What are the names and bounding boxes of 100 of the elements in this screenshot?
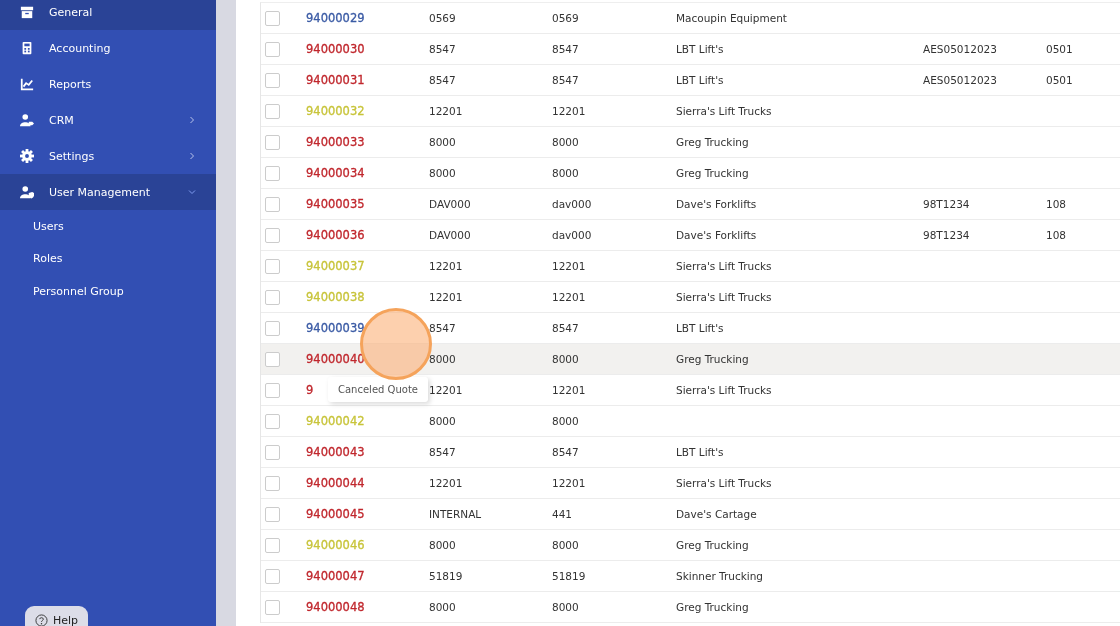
row-checkbox[interactable] bbox=[265, 351, 280, 367]
sidebar-item[interactable]: Settings bbox=[0, 138, 216, 174]
table-cell: Skinner Trucking bbox=[676, 570, 764, 582]
table-cell: 8547 bbox=[429, 322, 456, 334]
row-checkbox[interactable] bbox=[265, 413, 280, 429]
tooltip: Canceled Quote bbox=[328, 377, 428, 402]
table-cell: Greg Trucking bbox=[676, 167, 749, 179]
table-cell: 8547 bbox=[552, 74, 579, 86]
quote-number-link[interactable]: 94000045 bbox=[306, 507, 365, 521]
quote-number-link[interactable]: 94000029 bbox=[306, 11, 365, 25]
row-checkbox[interactable] bbox=[265, 320, 280, 336]
table-cell: dav000 bbox=[552, 229, 592, 241]
sidebar-item[interactable]: User Management bbox=[0, 174, 216, 210]
table-cell: 8000 bbox=[429, 167, 456, 179]
quote-number-link[interactable]: 94000039 bbox=[306, 321, 365, 335]
quote-number-link[interactable]: 94000047 bbox=[306, 569, 365, 583]
table-cell: Macoupin Equipment bbox=[676, 12, 787, 24]
row-checkbox[interactable] bbox=[265, 196, 280, 212]
table-cell: Greg Trucking bbox=[676, 353, 749, 365]
quote-number-link[interactable]: 94000040 bbox=[306, 352, 365, 366]
table-cell: 12201 bbox=[429, 260, 463, 272]
sidebar-item[interactable]: CRM bbox=[0, 102, 216, 138]
quote-number-link[interactable]: 94000033 bbox=[306, 135, 365, 149]
table-cell: Sierra's Lift Trucks bbox=[676, 384, 772, 396]
row-checkbox[interactable] bbox=[265, 568, 280, 584]
quote-number-link[interactable]: 94000030 bbox=[306, 42, 365, 56]
table-cell: 12201 bbox=[552, 260, 586, 272]
table-cell: 12201 bbox=[552, 477, 586, 489]
row-checkbox[interactable] bbox=[265, 10, 280, 26]
table-cell: 441 bbox=[552, 508, 573, 520]
table-cell: 8000 bbox=[429, 539, 456, 551]
table-cell: Greg Trucking bbox=[676, 136, 749, 148]
table-cell: 8000 bbox=[429, 353, 456, 365]
row-checkbox[interactable] bbox=[265, 134, 280, 150]
row-checkbox[interactable] bbox=[265, 475, 280, 491]
table-cell: DAV000 bbox=[429, 198, 471, 210]
table-cell: AES05012023 bbox=[923, 43, 997, 55]
sidebar-item[interactable]: Reports bbox=[0, 66, 216, 102]
table-cell: 12201 bbox=[429, 105, 463, 117]
table-cell: 12201 bbox=[429, 291, 463, 303]
table-cell: LBT Lift's bbox=[676, 43, 724, 55]
table-cell: Sierra's Lift Trucks bbox=[676, 477, 772, 489]
table-cell: 12201 bbox=[429, 384, 463, 396]
user-shield-icon bbox=[20, 185, 34, 199]
row-checkbox[interactable] bbox=[265, 258, 280, 274]
table-cell: Sierra's Lift Trucks bbox=[676, 291, 772, 303]
row-checkbox[interactable] bbox=[265, 41, 280, 57]
row-checkbox[interactable] bbox=[265, 537, 280, 553]
table-cell: Dave's Forklifts bbox=[676, 229, 757, 241]
quote-number-link[interactable]: 94000044 bbox=[306, 476, 365, 490]
table-cell: 8000 bbox=[552, 415, 579, 427]
quote-number-link[interactable]: 94000031 bbox=[306, 73, 365, 87]
table-cell: 8000 bbox=[552, 601, 579, 613]
table-cell: 0501 bbox=[1046, 43, 1073, 55]
row-checkbox[interactable] bbox=[265, 599, 280, 615]
settings-icon bbox=[20, 149, 34, 163]
row-checkbox[interactable] bbox=[265, 289, 280, 305]
table-cell: LBT Lift's bbox=[676, 322, 724, 334]
sidebar-subitem[interactable]: Roles bbox=[0, 242, 216, 275]
table-cell: 8000 bbox=[552, 353, 579, 365]
row-checkbox[interactable] bbox=[265, 165, 280, 181]
table-cell: 8000 bbox=[552, 167, 579, 179]
calculator-icon bbox=[20, 41, 34, 55]
row-checkbox[interactable] bbox=[265, 103, 280, 119]
quote-number-link[interactable]: 94000043 bbox=[306, 445, 365, 459]
table-cell: 98T1234 bbox=[923, 198, 970, 210]
table-cell: 108 bbox=[1046, 229, 1067, 241]
line-chart-icon bbox=[20, 77, 34, 91]
table-cell: 12201 bbox=[552, 291, 586, 303]
row-checkbox[interactable] bbox=[265, 382, 280, 398]
row-checkbox[interactable] bbox=[265, 227, 280, 243]
quote-number-link[interactable]: 9 bbox=[306, 383, 314, 397]
quote-number-link[interactable]: 94000034 bbox=[306, 166, 365, 180]
table-cell: 8000 bbox=[552, 539, 579, 551]
row-checkbox[interactable] bbox=[265, 506, 280, 522]
table-cell: 8547 bbox=[552, 43, 579, 55]
row-checkbox[interactable] bbox=[265, 72, 280, 88]
table-cell: 51819 bbox=[429, 570, 463, 582]
sidebar-subitem[interactable]: Personnel Group bbox=[0, 275, 216, 308]
help-button[interactable]: Help bbox=[25, 606, 89, 626]
table-cell: 0501 bbox=[1046, 74, 1073, 86]
table-cell: 98T1234 bbox=[923, 229, 970, 241]
sidebar-subitem[interactable]: Users bbox=[0, 210, 216, 243]
row-checkbox[interactable] bbox=[265, 444, 280, 460]
table-cell: 8000 bbox=[429, 601, 456, 613]
sidebar-item[interactable]: General bbox=[0, 0, 216, 30]
table-cell: Sierra's Lift Trucks bbox=[676, 260, 772, 272]
table-cell: dav000 bbox=[552, 198, 592, 210]
quote-number-link[interactable]: 94000048 bbox=[306, 600, 365, 614]
quote-number-link[interactable]: 94000036 bbox=[306, 228, 365, 242]
sidebar-item[interactable]: Accounting bbox=[0, 30, 216, 66]
table-cell: 51819 bbox=[552, 570, 586, 582]
table-cell: 12201 bbox=[552, 384, 586, 396]
table-cell: 12201 bbox=[429, 477, 463, 489]
quote-number-link[interactable]: 94000035 bbox=[306, 197, 365, 211]
table-cell: Greg Trucking bbox=[676, 539, 749, 551]
table-cell: 0569 bbox=[552, 12, 579, 24]
table-cell: 8547 bbox=[429, 446, 456, 458]
table-cell: 12201 bbox=[552, 105, 586, 117]
help-icon bbox=[35, 614, 48, 626]
